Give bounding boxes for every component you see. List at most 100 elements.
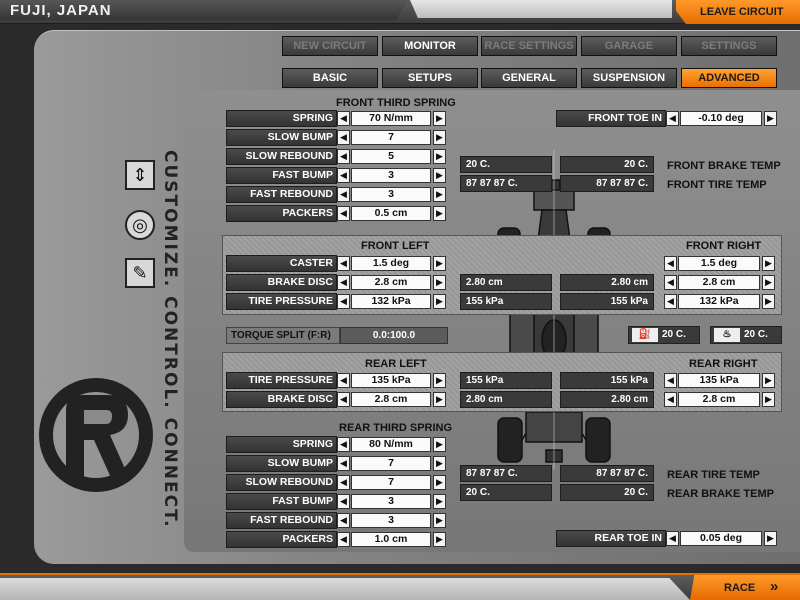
- tab-monitor[interactable]: MONITOR: [382, 36, 478, 56]
- rr-brake-disc-increase[interactable]: ▶: [762, 392, 775, 407]
- front-left-title: FRONT LEFT: [361, 240, 430, 252]
- front-packers-value: 0.5 cm: [351, 206, 431, 221]
- front-slow-rebound-increase[interactable]: ▶: [433, 149, 446, 164]
- tab-general[interactable]: GENERAL: [481, 68, 577, 88]
- rear-right-title: REAR RIGHT: [689, 358, 758, 370]
- front-spring-increase[interactable]: ▶: [433, 111, 446, 126]
- rear-fast-bump-decrease[interactable]: ◀: [337, 494, 350, 509]
- front-left-brake-temp: 20 C.: [460, 156, 552, 173]
- tab-race-settings[interactable]: RACE SETTINGS: [481, 36, 577, 56]
- fl-tire-pressure-value: 132 kPa: [351, 294, 431, 309]
- coolant-icon: ♨: [714, 328, 740, 342]
- rear-left-brake-temp: 20 C.: [460, 484, 552, 501]
- front-packers-increase[interactable]: ▶: [433, 206, 446, 221]
- front-spring-decrease[interactable]: ◀: [337, 111, 350, 126]
- front-slow-rebound-decrease[interactable]: ◀: [337, 149, 350, 164]
- rear-third-title: REAR THIRD SPRING: [339, 422, 453, 434]
- front-toe-increase[interactable]: ▶: [764, 111, 777, 126]
- front-fast-rebound-decrease[interactable]: ◀: [337, 187, 350, 202]
- rear-packers-increase[interactable]: ▶: [433, 532, 446, 547]
- front-toe-decrease[interactable]: ◀: [666, 111, 679, 126]
- front-fast-bump-increase[interactable]: ▶: [433, 168, 446, 183]
- front-left-tire-temp: 87 87 87 C.: [460, 175, 552, 192]
- front-slow-bump-label: SLOW BUMP: [226, 129, 337, 146]
- front-fast-rebound-value: 3: [351, 187, 431, 202]
- caster-label: CASTER: [226, 255, 337, 272]
- front-right-title: FRONT RIGHT: [686, 240, 762, 252]
- rear-toe-decrease[interactable]: ◀: [666, 531, 679, 546]
- front-fast-bump-value: 3: [351, 168, 431, 183]
- rear-toe-label: REAR TOE IN: [556, 530, 666, 547]
- fl-caster-decrease[interactable]: ◀: [337, 256, 350, 271]
- slogan-text: CUSTOMIZE. CONTROL. CONNECT.: [160, 150, 180, 529]
- rr-tire-pressure-decrease[interactable]: ◀: [664, 373, 677, 388]
- fr-caster-decrease[interactable]: ◀: [664, 256, 677, 271]
- rl-brake-disc-increase[interactable]: ▶: [433, 392, 446, 407]
- rear-packers-decrease[interactable]: ◀: [337, 532, 350, 547]
- front-fast-rebound-label: FAST REBOUND: [226, 186, 337, 203]
- fl-tire-pressure-label: TIRE PRESSURE: [226, 293, 337, 310]
- fl-brake-disc-value: 2.8 cm: [351, 275, 431, 290]
- front-third-title: FRONT THIRD SPRING: [336, 97, 456, 109]
- front-brake-temp-label: FRONT BRAKE TEMP: [667, 160, 781, 172]
- fr-brake-disc-increase[interactable]: ▶: [762, 275, 775, 290]
- fl-tire-pressure-increase[interactable]: ▶: [433, 294, 446, 309]
- rear-fast-rebound-increase[interactable]: ▶: [433, 513, 446, 528]
- tab-setups[interactable]: SETUPS: [382, 68, 478, 88]
- fl-tire-pressure-decrease[interactable]: ◀: [337, 294, 350, 309]
- water-temp-value: 20 C.: [744, 329, 768, 340]
- front-slow-rebound-value: 5: [351, 149, 431, 164]
- rear-right-brake-temp: 20 C.: [560, 484, 654, 501]
- fl-brake-disc-increase[interactable]: ▶: [433, 275, 446, 290]
- fr-tire-pressure-readout: 155 kPa: [560, 293, 654, 310]
- rear-fast-rebound-decrease[interactable]: ◀: [337, 513, 350, 528]
- rr-brake-disc-decrease[interactable]: ◀: [664, 392, 677, 407]
- rl-tire-pressure-increase[interactable]: ▶: [433, 373, 446, 388]
- fr-tire-pressure-increase[interactable]: ▶: [762, 294, 775, 309]
- rear-spring-decrease[interactable]: ◀: [337, 437, 350, 452]
- rear-slow-rebound-increase[interactable]: ▶: [433, 475, 446, 490]
- rr-tire-pressure-value: 135 kPa: [678, 373, 760, 388]
- front-slow-bump-decrease[interactable]: ◀: [337, 130, 350, 145]
- rear-packers-label: PACKERS: [226, 531, 337, 548]
- rear-fast-bump-value: 3: [351, 494, 431, 509]
- rr-brake-disc-readout: 2.80 cm: [560, 391, 654, 408]
- rl-tire-pressure-decrease[interactable]: ◀: [337, 373, 350, 388]
- rr-tire-pressure-increase[interactable]: ▶: [762, 373, 775, 388]
- fl-tire-pressure-readout: 155 kPa: [460, 293, 552, 310]
- front-fast-rebound-increase[interactable]: ▶: [433, 187, 446, 202]
- race-button[interactable]: RACE »: [690, 575, 800, 600]
- tab-garage[interactable]: GARAGE: [581, 36, 677, 56]
- tab-settings[interactable]: SETTINGS: [681, 36, 777, 56]
- fr-caster-increase[interactable]: ▶: [762, 256, 775, 271]
- front-packers-decrease[interactable]: ◀: [337, 206, 350, 221]
- double-chevron-icon: »: [770, 578, 779, 595]
- tab-new-circuit[interactable]: NEW CIRCUIT: [282, 36, 378, 56]
- fl-caster-value: 1.5 deg: [351, 256, 431, 271]
- bottom-bar-highlight: [0, 578, 690, 600]
- water-temp-chip: ♨ 20 C.: [710, 326, 782, 344]
- front-fast-bump-decrease[interactable]: ◀: [337, 168, 350, 183]
- front-fast-bump-label: FAST BUMP: [226, 167, 337, 184]
- rear-slow-rebound-decrease[interactable]: ◀: [337, 475, 350, 490]
- rear-slow-bump-increase[interactable]: ▶: [433, 456, 446, 471]
- front-spring-label: SPRING: [226, 110, 337, 127]
- front-spring-value: 70 N/mm: [351, 111, 431, 126]
- rl-brake-disc-decrease[interactable]: ◀: [337, 392, 350, 407]
- rear-toe-increase[interactable]: ▶: [764, 531, 777, 546]
- rear-fast-bump-increase[interactable]: ▶: [433, 494, 446, 509]
- fl-caster-increase[interactable]: ▶: [433, 256, 446, 271]
- front-slow-rebound-label: SLOW REBOUND: [226, 148, 337, 165]
- tab-advanced[interactable]: ADVANCED: [681, 68, 777, 88]
- front-tire-temp-label: FRONT TIRE TEMP: [667, 179, 767, 191]
- tab-basic[interactable]: BASIC: [282, 68, 378, 88]
- fr-tire-pressure-decrease[interactable]: ◀: [664, 294, 677, 309]
- fr-brake-disc-decrease[interactable]: ◀: [664, 275, 677, 290]
- leave-circuit-button[interactable]: LEAVE CIRCUIT: [676, 0, 800, 24]
- front-slow-bump-increase[interactable]: ▶: [433, 130, 446, 145]
- rear-slow-bump-decrease[interactable]: ◀: [337, 456, 350, 471]
- tab-suspension[interactable]: SUSPENSION: [581, 68, 677, 88]
- rear-spring-increase[interactable]: ▶: [433, 437, 446, 452]
- fr-brake-disc-value: 2.8 cm: [678, 275, 760, 290]
- fl-brake-disc-decrease[interactable]: ◀: [337, 275, 350, 290]
